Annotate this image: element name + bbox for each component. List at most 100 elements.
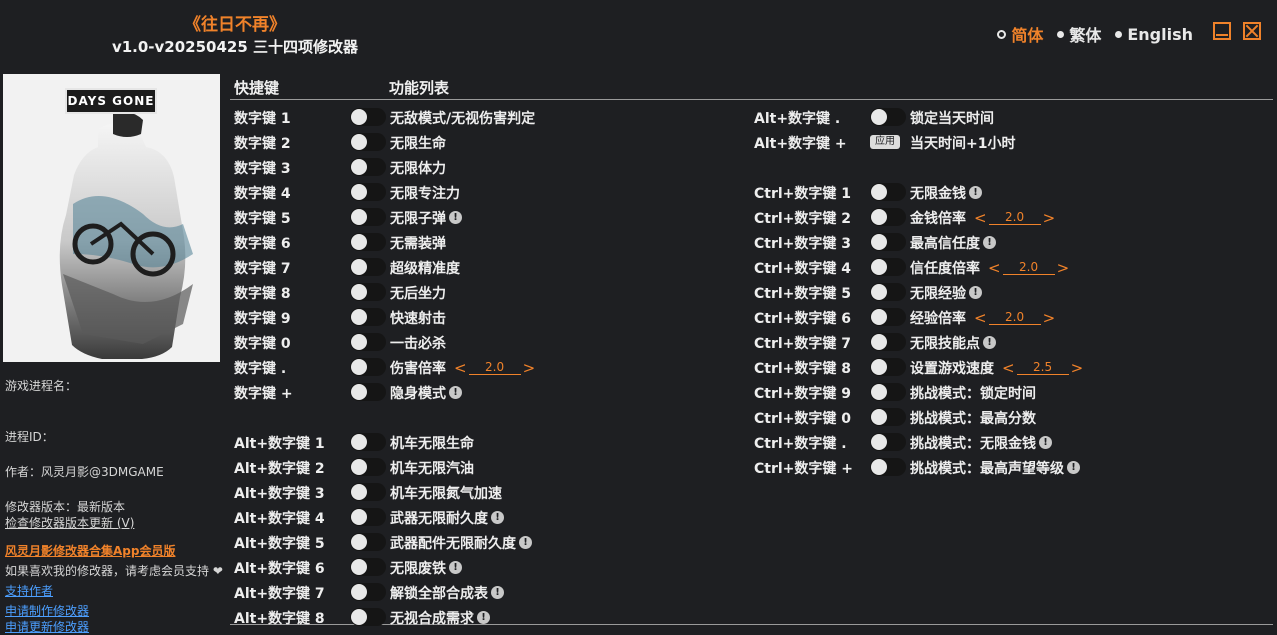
toggle-switch[interactable] — [350, 333, 386, 351]
toggle-switch[interactable] — [350, 608, 386, 626]
toggle-switch[interactable] — [870, 233, 906, 251]
increase-arrow-icon[interactable]: > — [1055, 259, 1072, 277]
feature-text: 无限专注力 — [390, 185, 460, 202]
check-update-link[interactable]: 检查修改器版本更新 (V) — [5, 515, 134, 531]
decrease-arrow-icon[interactable]: < — [1000, 359, 1017, 377]
stepper-value[interactable]: 2.0 — [988, 210, 1041, 225]
toggle-switch[interactable] — [350, 558, 386, 576]
warning-icon[interactable]: ! — [1067, 461, 1080, 474]
toggle-switch[interactable] — [870, 258, 906, 276]
decrease-arrow-icon[interactable]: < — [972, 209, 989, 227]
feature-row: 数字键 8 — [234, 280, 291, 305]
warning-icon[interactable]: ! — [969, 286, 982, 299]
toggle-switch[interactable] — [350, 233, 386, 251]
toggle-switch[interactable] — [350, 308, 386, 326]
toggle-switch[interactable] — [350, 283, 386, 301]
warning-icon[interactable]: ! — [491, 586, 504, 599]
toggle-switch[interactable] — [350, 183, 386, 201]
toggle-switch[interactable] — [350, 483, 386, 501]
warning-icon[interactable]: ! — [1039, 436, 1052, 449]
stepper-value[interactable]: 2.0 — [468, 360, 521, 375]
minimize-icon[interactable] — [1213, 22, 1231, 40]
toggle-switch[interactable] — [350, 258, 386, 276]
decrease-arrow-icon[interactable]: < — [452, 359, 469, 377]
support-author-link[interactable]: 支持作者 — [5, 583, 53, 599]
toggle-switch[interactable] — [870, 183, 906, 201]
apply-button[interactable]: 应用 — [870, 135, 900, 149]
close-icon[interactable] — [1243, 22, 1261, 40]
hotkey-label: 数字键 2 — [234, 135, 291, 152]
feature-row: Alt+数字键 4 — [234, 505, 325, 530]
warning-icon[interactable]: ! — [477, 611, 490, 624]
warning-icon[interactable]: ! — [449, 561, 462, 574]
feature-text: 经验倍率 — [910, 310, 966, 327]
toggle-switch[interactable] — [350, 208, 386, 226]
toggle-switch[interactable] — [350, 583, 386, 601]
toggle-switch[interactable] — [870, 308, 906, 326]
lang-simplified[interactable]: 简体 — [997, 22, 1043, 46]
warning-icon[interactable]: ! — [969, 186, 982, 199]
toggle-switch[interactable] — [350, 533, 386, 551]
value-stepper: <2.5 > — [1000, 359, 1085, 377]
toggle-switch[interactable] — [870, 333, 906, 351]
toggle-switch[interactable] — [350, 433, 386, 451]
hotkey-label: Ctrl+数字键 1 — [754, 185, 852, 202]
stepper-value[interactable]: 2.5 — [1016, 360, 1069, 375]
author-label: 作者：风灵月影@3DMGAME — [5, 465, 164, 479]
feature-row: Alt+数字键 3 — [234, 480, 325, 505]
feature-label: 无限生命 — [390, 130, 446, 155]
toggle-switch[interactable] — [870, 358, 906, 376]
feature-text: 解锁全部合成表 — [390, 585, 488, 602]
stepper-value[interactable]: 2.0 — [988, 310, 1041, 325]
warning-icon[interactable]: ! — [519, 536, 532, 549]
features-column-header: 功能列表 — [389, 79, 450, 97]
feature-label: 挑战模式：最高分数 — [910, 405, 1036, 430]
toggle-switch[interactable] — [350, 133, 386, 151]
warning-icon[interactable]: ! — [449, 386, 462, 399]
feature-label: 机车无限氮气加速 — [390, 480, 502, 505]
decrease-arrow-icon[interactable]: < — [986, 259, 1003, 277]
toggle-switch[interactable] — [870, 208, 906, 226]
feature-row: 数字键 4 — [234, 180, 291, 205]
feature-row: Ctrl+数字键 4 — [754, 255, 851, 280]
toggle-switch[interactable] — [870, 108, 906, 126]
toggle-switch[interactable] — [350, 458, 386, 476]
lang-traditional[interactable]: 繁体 — [1057, 22, 1101, 46]
toggle-switch[interactable] — [350, 358, 386, 376]
feature-row: Alt+数字键 7 — [234, 580, 325, 605]
toggle-switch[interactable] — [870, 283, 906, 301]
toggle-switch[interactable] — [350, 508, 386, 526]
toggle-switch[interactable] — [870, 458, 906, 476]
lang-english[interactable]: English — [1115, 25, 1193, 44]
increase-arrow-icon[interactable]: > — [1041, 209, 1058, 227]
warning-icon[interactable]: ! — [449, 211, 462, 224]
hotkey-label: Ctrl+数字键 . — [754, 435, 847, 452]
stepper-value[interactable]: 2.0 — [1002, 260, 1055, 275]
feature-row: Alt+数字键 5 — [234, 530, 325, 555]
toggle-switch[interactable] — [870, 408, 906, 426]
warning-icon[interactable]: ! — [983, 236, 996, 249]
game-logo: DAYS GONE — [65, 88, 157, 114]
decrease-arrow-icon[interactable]: < — [972, 309, 989, 327]
toggle-switch[interactable] — [350, 383, 386, 401]
warning-icon[interactable]: ! — [491, 511, 504, 524]
request-trainer-link[interactable]: 申请制作修改器 — [5, 603, 89, 619]
increase-arrow-icon[interactable]: > — [1069, 359, 1086, 377]
increase-arrow-icon[interactable]: > — [1041, 309, 1058, 327]
toggle-switch[interactable] — [350, 108, 386, 126]
game-cover: DAYS GONE — [3, 74, 220, 362]
app-member-link[interactable]: 风灵月影修改器合集App会员版 — [5, 543, 175, 559]
feature-text: 机车无限生命 — [390, 435, 474, 452]
feature-text: 信任度倍率 — [910, 260, 980, 277]
request-update-link[interactable]: 申请更新修改器 — [5, 619, 89, 635]
hotkey-label: 数字键 0 — [234, 335, 291, 352]
hotkey-label: Ctrl+数字键 2 — [754, 210, 852, 227]
hotkey-label: Ctrl+数字键 9 — [754, 385, 852, 402]
toggle-switch[interactable] — [870, 383, 906, 401]
toggle-switch[interactable] — [350, 158, 386, 176]
radio-selected-icon — [997, 29, 1007, 39]
warning-icon[interactable]: ! — [983, 336, 996, 349]
increase-arrow-icon[interactable]: > — [521, 359, 538, 377]
hotkey-label: Alt+数字键 6 — [234, 560, 325, 577]
toggle-switch[interactable] — [870, 433, 906, 451]
